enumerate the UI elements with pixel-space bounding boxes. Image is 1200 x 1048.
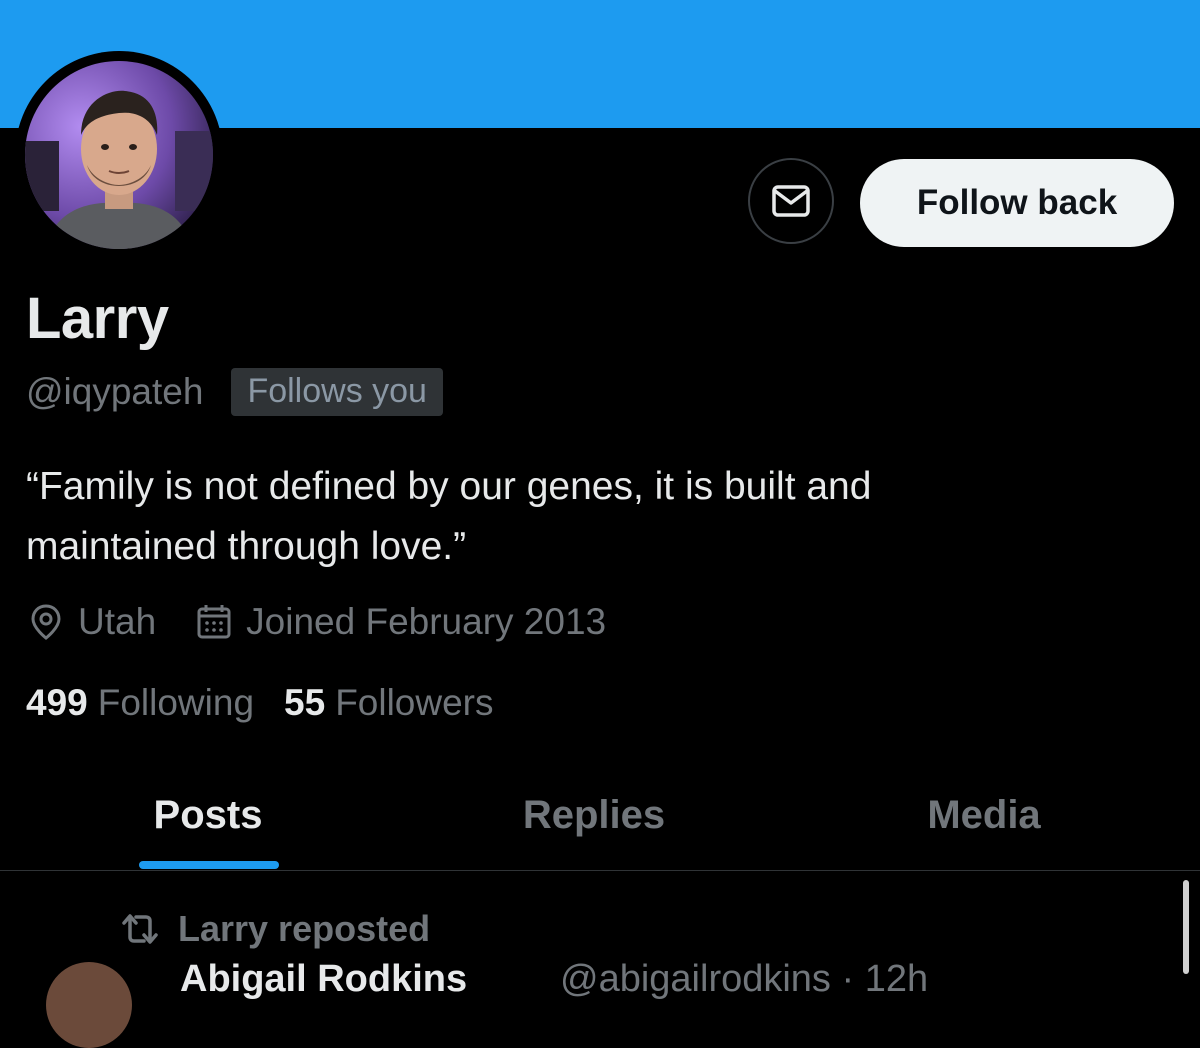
follow-stats: 499 Following 55 Followers	[26, 677, 494, 729]
post-author-handle: @abigailrodkins · 12h	[560, 958, 929, 1000]
bio-line: “Family is not defined by our genes, it …	[26, 465, 872, 508]
tab-posts[interactable]: Posts	[108, 760, 308, 870]
following-label: Following	[97, 682, 255, 723]
repost-context[interactable]: Larry reposted	[118, 904, 430, 954]
following-link[interactable]: 499 Following	[26, 682, 254, 724]
profile-meta: Utah Joined February 2013	[26, 596, 606, 648]
tab-replies[interactable]: Replies	[494, 760, 694, 870]
message-button[interactable]	[748, 158, 834, 244]
envelope-icon	[772, 185, 810, 217]
active-tab-indicator	[139, 861, 279, 869]
joined-item: Joined February 2013	[194, 601, 606, 643]
repost-label: Larry reposted	[178, 908, 431, 949]
scrollbar[interactable]	[1183, 880, 1189, 974]
calendar-icon	[197, 605, 231, 639]
location-text: Utah	[78, 601, 157, 642]
follows-you-badge: Follows you	[231, 368, 443, 416]
tab-media[interactable]: Media	[884, 760, 1084, 870]
user-handle: @iqypateh	[26, 371, 204, 412]
following-count: 499	[26, 682, 88, 723]
bio-line: maintained through love.”	[26, 525, 467, 568]
location-pin-icon	[31, 604, 61, 640]
handle-row: @iqypateh Follows you	[26, 366, 443, 418]
profile-avatar[interactable]	[15, 51, 223, 259]
profile-bio: “Family is not defined by our genes, it …	[26, 457, 1126, 577]
post-author-avatar[interactable]	[46, 962, 132, 1048]
location-item: Utah	[26, 601, 156, 643]
followers-link[interactable]: 55 Followers	[284, 682, 493, 724]
joined-date: Joined February 2013	[246, 601, 607, 642]
follow-back-button[interactable]: Follow back	[860, 159, 1174, 247]
followers-count: 55	[284, 682, 326, 723]
profile-tabs: Posts Replies Media	[0, 760, 1200, 871]
display-name: Larry	[26, 286, 169, 351]
followers-label: Followers	[335, 682, 494, 723]
post-author-name[interactable]: Abigail Rodkins	[180, 958, 467, 1001]
avatar-photo	[25, 61, 213, 249]
repost-icon	[122, 914, 158, 944]
